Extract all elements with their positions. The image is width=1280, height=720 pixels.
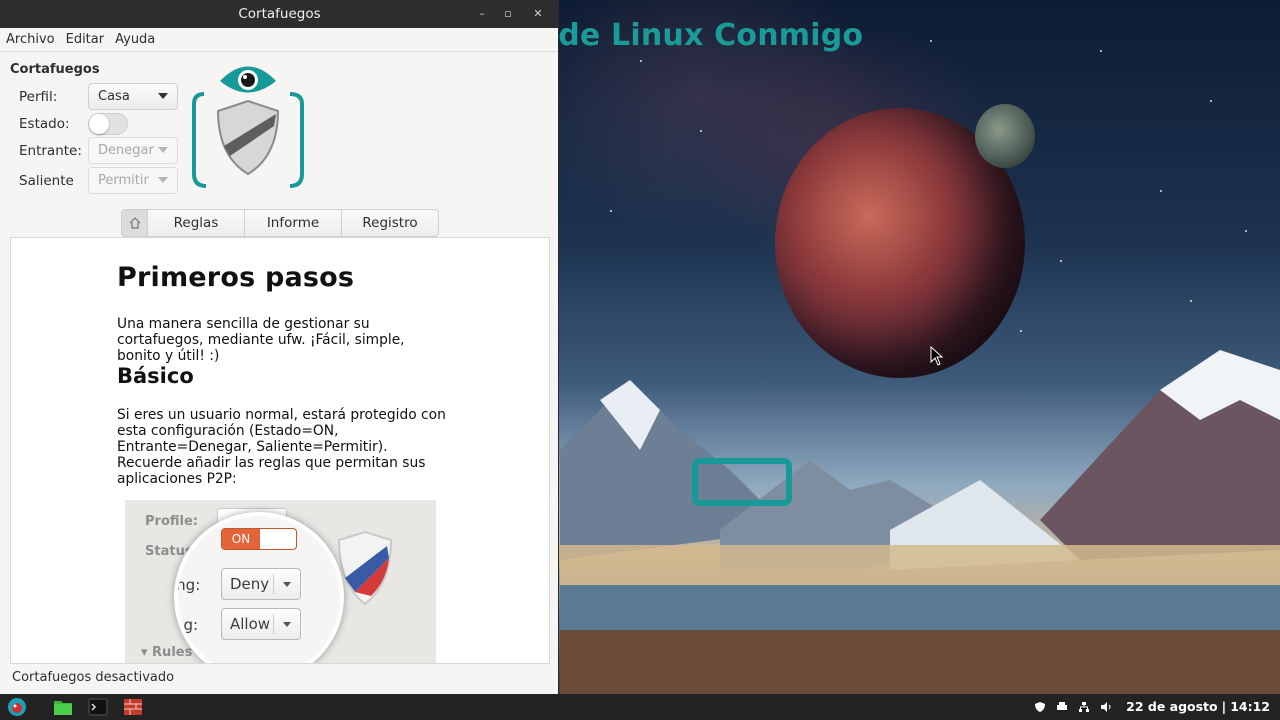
help-basic-text: Si eres un usuario normal, estará proteg… <box>117 407 446 487</box>
chevron-down-icon <box>283 622 291 627</box>
clock-date[interactable]: 22 de agosto <box>1126 699 1218 714</box>
profile-label: Perfil: <box>19 89 58 105</box>
separator <box>273 574 274 594</box>
volume-icon[interactable] <box>1100 701 1112 713</box>
menu-editar[interactable]: Editar <box>66 28 105 51</box>
outgoing-value: Permitir <box>98 173 149 188</box>
firewall-window: Cortafuegos – ▫ ✕ Archivo Editar Ayuda C… <box>0 0 559 694</box>
planet-small <box>975 104 1035 168</box>
help-content[interactable]: Primeros pasos Una manera sencilla de ge… <box>10 237 550 664</box>
section-title: Cortafuegos <box>10 62 100 77</box>
profile-dropdown[interactable]: Casa <box>88 83 178 110</box>
help-intro: Una manera sencilla de gestionar su cort… <box>117 316 405 364</box>
toggle-knob <box>89 114 109 134</box>
ss-deny-value: Deny <box>230 575 270 593</box>
star <box>640 60 642 62</box>
status-toggle[interactable] <box>88 113 128 135</box>
printer-icon[interactable] <box>1056 701 1068 713</box>
outgoing-dropdown[interactable]: Permitir <box>88 167 178 194</box>
mountain-landscape <box>560 350 1280 694</box>
maximize-button[interactable]: ▫ <box>500 6 516 22</box>
profile-value: Casa <box>98 89 130 104</box>
incoming-value: Denegar <box>98 143 154 158</box>
outgoing-label: Saliente <box>19 173 74 189</box>
clock-separator: | <box>1221 699 1227 714</box>
ss-outgoing-label: ng: <box>174 616 199 634</box>
incoming-dropdown[interactable]: Denegar <box>88 137 178 164</box>
ss-allow-value: Allow <box>230 615 271 633</box>
taskbar: 22 de agosto | 14:12 <box>0 694 1280 720</box>
separator <box>273 614 274 634</box>
firewall-logo-icon <box>192 66 304 188</box>
tab-bar: Reglas Informe Registro <box>121 209 439 237</box>
ufw-shield-icon <box>337 530 393 606</box>
status-bar: Cortafuegos desactivado <box>12 670 175 685</box>
close-button[interactable]: ✕ <box>530 6 546 22</box>
tab-registro[interactable]: Registro <box>342 209 439 237</box>
system-tray: 22 de agosto | 14:12 <box>1034 699 1270 714</box>
menu-ayuda[interactable]: Ayuda <box>115 28 155 51</box>
star <box>1190 300 1192 302</box>
home-icon <box>129 217 140 229</box>
ss-rules-label: ▾ Rules <box>141 645 193 660</box>
chevron-down-icon <box>158 177 168 183</box>
status-label: Estado: <box>19 116 70 132</box>
ss-outgoing-combo: Allow <box>221 608 301 640</box>
star <box>1060 260 1062 262</box>
file-manager-icon[interactable] <box>53 697 73 717</box>
mouse-cursor-icon <box>930 346 944 366</box>
title-bar[interactable]: Cortafuegos – ▫ ✕ <box>0 0 558 28</box>
menu-bar: Archivo Editar Ayuda <box>0 28 558 52</box>
help-subheading: Básico <box>117 364 194 388</box>
firewall-app-icon[interactable] <box>123 697 143 717</box>
ss-switch-on: ON <box>222 529 260 549</box>
chevron-down-icon <box>158 147 168 153</box>
terminal-icon[interactable] <box>88 697 108 717</box>
help-heading: Primeros pasos <box>117 262 355 293</box>
tab-home[interactable] <box>121 209 148 237</box>
ss-incoming-label: ing: <box>174 576 201 594</box>
menu-archivo[interactable]: Archivo <box>6 28 55 51</box>
ss-status-switch: ON <box>221 528 297 550</box>
chevron-down-icon <box>158 93 168 99</box>
tab-informe[interactable]: Informe <box>245 209 342 237</box>
chevron-down-icon <box>283 582 291 587</box>
magnifier-lens: ON ing: Deny ng: Allow <box>174 512 344 663</box>
star <box>610 210 612 212</box>
highlight-rectangle <box>692 458 792 506</box>
star <box>1210 100 1212 102</box>
start-menu-icon[interactable] <box>7 697 27 717</box>
star <box>1100 50 1102 52</box>
star <box>700 130 702 132</box>
tab-reglas[interactable]: Reglas <box>148 209 245 237</box>
network-icon[interactable] <box>1078 701 1090 713</box>
ss-incoming-combo: Deny <box>221 568 301 600</box>
clock-time[interactable]: 14:12 <box>1230 699 1270 714</box>
star <box>930 40 932 42</box>
incoming-label: Entrante: <box>19 143 82 159</box>
help-screenshot-image: Profile: Status ▾ Rules ON ing: Deny ng:… <box>125 500 436 663</box>
star <box>1160 190 1162 192</box>
shield-icon[interactable] <box>1034 701 1046 713</box>
ss-profile-label: Profile: <box>145 514 198 529</box>
minimize-button[interactable]: – <box>474 6 490 22</box>
star <box>1245 230 1247 232</box>
